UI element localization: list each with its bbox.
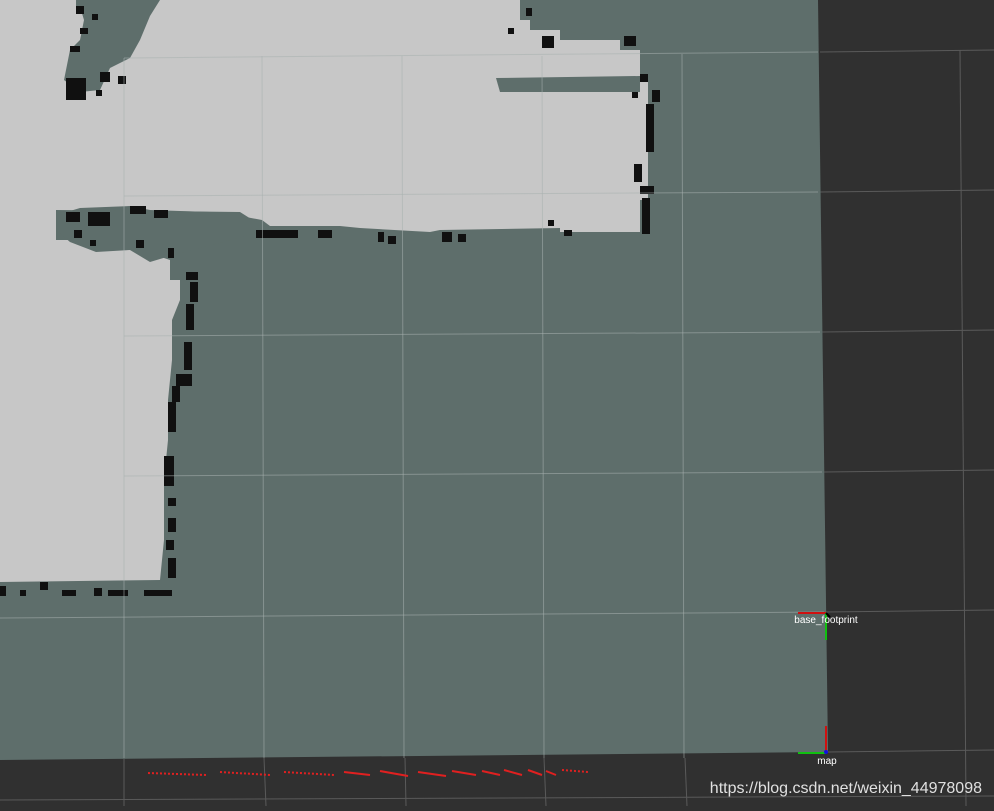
base-footprint-label: base_footprint bbox=[794, 615, 858, 626]
watermark: https://blog.csdn.net/weixin_44978098 bbox=[710, 780, 982, 797]
map-frame-label: map bbox=[817, 756, 837, 767]
rviz-3d-viewport[interactable]: base_footprint map https://blog.csdn.net… bbox=[0, 0, 994, 807]
map-scene[interactable]: base_footprint map https://blog.csdn.net… bbox=[0, 0, 994, 807]
